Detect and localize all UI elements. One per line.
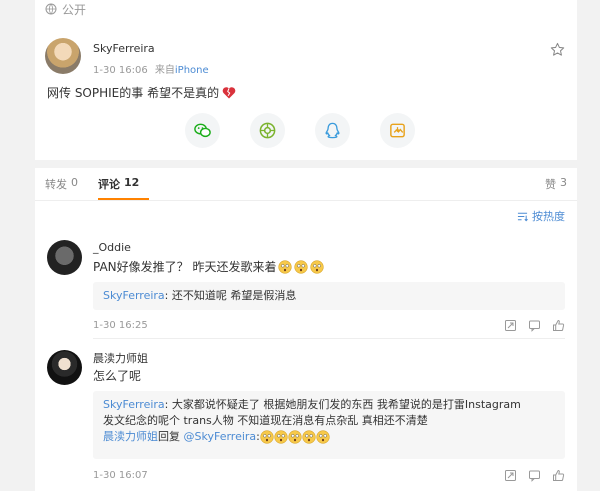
reply-box[interactable]: SkyFerreira: 大家都说怀疑走了 根据她朋友们发的东西 我希望说的是打…: [93, 391, 565, 459]
reply-line: 发文纪念的呢个 trans人物 不知道现在消息有点杂乱 真相还不清楚: [103, 414, 428, 427]
comment-icon[interactable]: [528, 469, 541, 482]
wow-emoji-icon: [288, 430, 302, 444]
star-icon[interactable]: [550, 42, 565, 57]
comment-divider: [93, 338, 565, 339]
privacy-label: 公开: [62, 2, 87, 17]
tab-comments-label: 评论: [98, 178, 120, 191]
tab-reposts-count: 0: [71, 176, 78, 189]
sort-icon: [517, 212, 528, 221]
tab-comments[interactable]: 评论 12: [98, 176, 150, 200]
tab-comments-count: 12: [124, 176, 140, 189]
share-qq-button[interactable]: [315, 113, 350, 148]
moments-icon: [259, 122, 276, 139]
nested-reply-verb: 回复: [158, 430, 180, 443]
globe-icon: [45, 3, 57, 15]
post-meta: 1-30 16:06 来自iPhone: [93, 61, 209, 76]
poster-avatar[interactable]: [45, 38, 81, 74]
reply-box[interactable]: SkyFerreira: 还不知道呢 希望是假消息: [93, 282, 565, 310]
wow-emoji-icon: [302, 430, 316, 444]
reply-author[interactable]: SkyFerreira: [103, 398, 165, 411]
share-icon[interactable]: [504, 319, 517, 332]
privacy-indicator: 公开: [45, 0, 86, 18]
tab-likes-label: 赞: [545, 178, 556, 191]
tab-likes-count: 3: [560, 176, 567, 189]
share-row: [185, 113, 415, 148]
comment-text-content: 怎么了呢: [93, 369, 142, 383]
qq-icon: [325, 122, 340, 139]
comment-actions: [504, 469, 565, 482]
reply-text: 还不知道呢 希望是假消息: [171, 289, 297, 302]
tab-likes[interactable]: 赞 3: [545, 176, 567, 192]
post-card: 公开 SkyFerreira 1-30 16:06 来自iPhone 网传 SO…: [35, 0, 577, 160]
comment-text: 怎么了呢: [93, 367, 141, 384]
tab-divider: [35, 200, 577, 201]
poster-name[interactable]: SkyFerreira: [93, 42, 155, 55]
reply-text-line1: 大家都说怀疑走了 根据她朋友们发的东西 我希望说的是打雷Instagram: [171, 398, 521, 411]
share-moments-button[interactable]: [250, 113, 285, 148]
comment-time: 1-30 16:25: [93, 320, 148, 331]
post-time: 1-30 16:06: [93, 65, 148, 76]
commenter-avatar[interactable]: [47, 350, 82, 385]
comment-time: 1-30 16:07: [93, 470, 148, 481]
save-image-icon: [390, 123, 405, 138]
post-text-content: 网传 SOPHIE的事 希望不是真的: [47, 86, 220, 100]
reply-author[interactable]: SkyFerreira: [103, 287, 165, 304]
save-image-button[interactable]: [380, 113, 415, 148]
wow-emoji-icon: [316, 430, 330, 444]
wow-emoji-icon: [294, 259, 309, 274]
commenter-name[interactable]: _Oddie: [93, 241, 131, 254]
commenter-avatar[interactable]: [47, 240, 82, 275]
comment-text-content: PAN好像发推了？ 昨天还发歌来着: [93, 260, 277, 274]
share-wechat-button[interactable]: [185, 113, 220, 148]
wow-emoji-icon: [278, 259, 293, 274]
post-text: 网传 SOPHIE的事 希望不是真的: [47, 84, 236, 101]
comment-icon[interactable]: [528, 319, 541, 332]
comment-text: PAN好像发推了？ 昨天还发歌来着: [93, 258, 325, 275]
like-icon[interactable]: [552, 469, 565, 482]
source-prefix: 来自: [154, 65, 175, 76]
source-link[interactable]: iPhone: [175, 65, 209, 76]
wow-emoji-icon: [260, 430, 274, 444]
tab-bar: 转发 0 评论 12: [45, 176, 150, 200]
comment-actions: [504, 319, 565, 332]
sort-label: 按热度: [532, 210, 565, 223]
broken-heart-icon: [222, 87, 236, 99]
reply-line: SkyFerreira: 大家都说怀疑走了 根据她朋友们发的东西 我希望说的是打…: [103, 398, 521, 411]
commenter-name[interactable]: 晨渎力师姐: [93, 350, 148, 366]
sort-button[interactable]: 按热度: [517, 208, 565, 224]
wow-emoji-icon: [310, 259, 325, 274]
wechat-icon: [194, 123, 211, 138]
tab-reposts[interactable]: 转发 0: [45, 176, 78, 192]
nested-reply-mention[interactable]: @SkyFerreira: [184, 429, 257, 445]
nested-reply-line: 晨渎力师姐 回复 @SkyFerreira:: [103, 429, 555, 445]
share-icon[interactable]: [504, 469, 517, 482]
wow-emoji-icon: [274, 430, 288, 444]
tab-reposts-label: 转发: [45, 178, 67, 191]
reply-line: SkyFerreira: 还不知道呢 希望是假消息: [103, 287, 297, 304]
comments-card: 转发 0 评论 12 赞 3 按热度 _Oddie PAN好像发推了？ 昨天还发…: [35, 168, 577, 491]
like-icon[interactable]: [552, 319, 565, 332]
nested-reply-author[interactable]: 晨渎力师姐: [103, 429, 158, 445]
